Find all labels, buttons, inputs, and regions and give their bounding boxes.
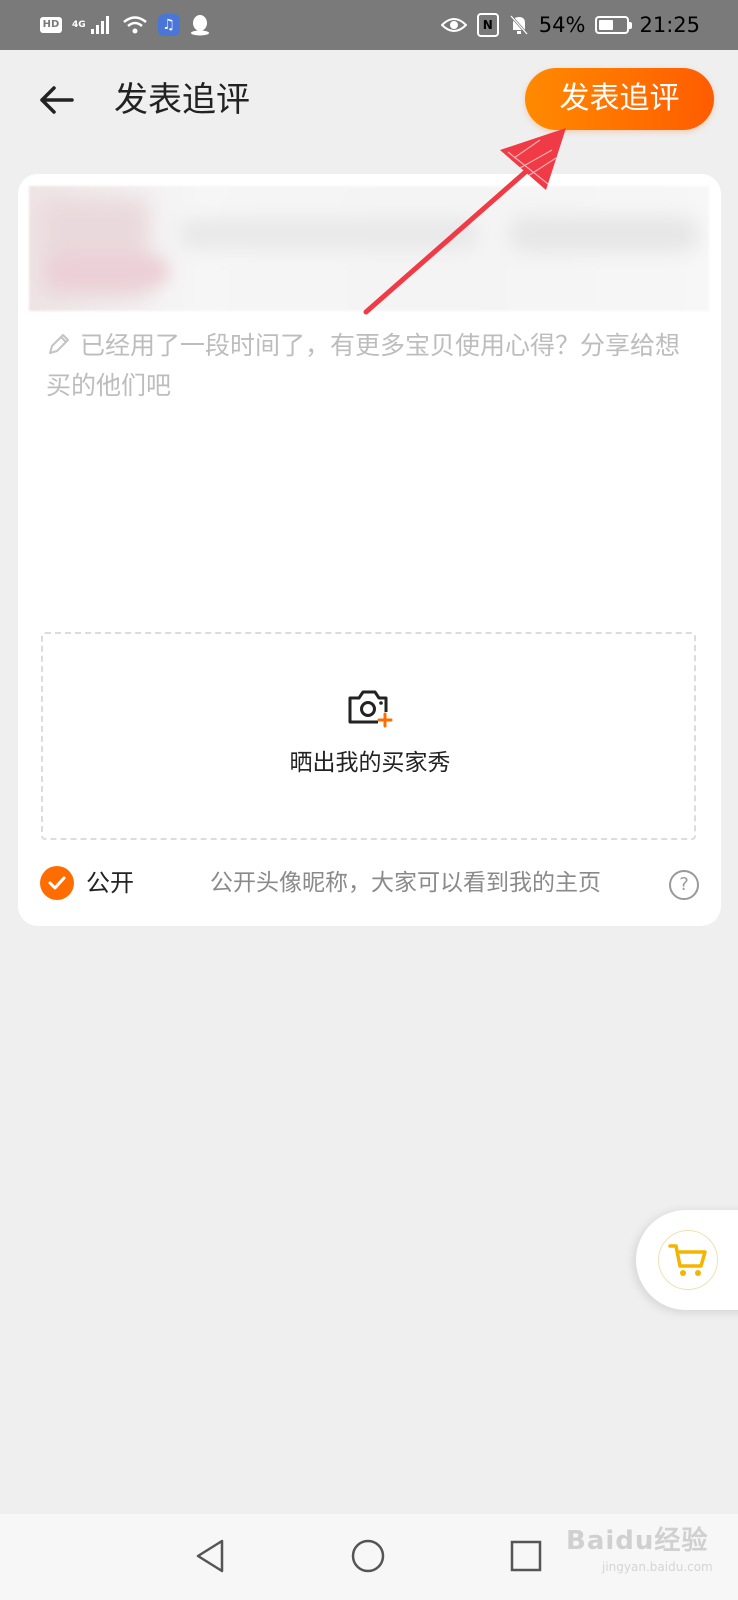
back-button[interactable] — [34, 78, 78, 122]
check-icon — [48, 876, 66, 890]
watermark: Baidu经验 — [566, 1526, 709, 1556]
nfc-icon: N — [476, 13, 499, 37]
cart-icon — [668, 1244, 707, 1276]
upload-photo-label: 晒出我的买家秀 — [289, 750, 451, 776]
public-label: 公开 — [86, 869, 134, 897]
pencil-icon — [49, 334, 69, 354]
help-icon[interactable]: ? — [669, 870, 699, 900]
public-checkbox[interactable] — [40, 866, 74, 900]
network-type: 4G — [72, 19, 86, 30]
clock: 21:25 — [639, 13, 700, 37]
nav-recents-icon[interactable] — [510, 1540, 542, 1572]
nav-back-icon[interactable] — [194, 1538, 226, 1574]
mute-bell-icon — [509, 15, 528, 35]
camera-add-icon — [348, 690, 393, 728]
status-bar-left: HD 4G ♫ — [40, 12, 210, 38]
battery-percent: 54% — [538, 13, 586, 37]
back-arrow-icon — [40, 86, 74, 114]
status-bar-right: N 54% 21:25 — [440, 10, 700, 40]
page-title: 发表追评 — [114, 80, 250, 120]
battery-icon — [595, 16, 633, 34]
nav-home-icon[interactable] — [350, 1538, 386, 1574]
signal-icon — [90, 16, 109, 34]
submit-review-button[interactable]: 发表追评 — [525, 68, 714, 130]
wifi-icon — [122, 16, 147, 34]
qq-icon — [190, 15, 209, 36]
review-placeholder: 已经用了一段时间了，有更多宝贝使用心得？分享给想买的他们吧 — [46, 331, 681, 400]
upload-photo-area[interactable] — [41, 632, 696, 840]
eye-icon — [440, 18, 467, 32]
watermark-url: jingyan.baidu.com — [602, 1560, 713, 1574]
public-description: 公开头像昵称，大家可以看到我的主页 — [210, 870, 601, 896]
product-summary-blurred — [29, 186, 709, 311]
hd-icon: HD — [40, 17, 62, 33]
review-textarea[interactable]: 已经用了一段时间了，有更多宝贝使用心得？分享给想买的他们吧 — [46, 326, 696, 406]
cart-button[interactable] — [658, 1230, 718, 1290]
battery-level — [599, 20, 614, 30]
music-app-icon: ♫ — [157, 14, 180, 36]
